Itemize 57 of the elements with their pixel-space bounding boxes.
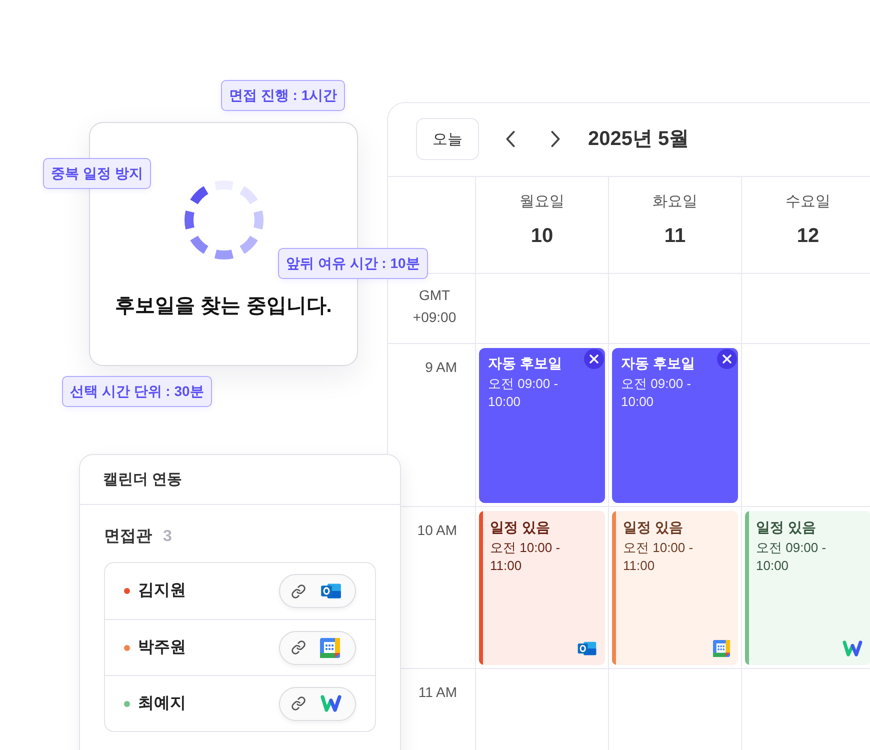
- section-label: 면접관: [104, 527, 152, 547]
- weekday-label: 월요일: [520, 192, 564, 212]
- calendar-app-icon: [713, 640, 730, 657]
- event-title: 자동 후보일: [488, 354, 562, 373]
- calendar-link-button[interactable]: [279, 630, 356, 664]
- event-title: 일정 있음: [756, 518, 816, 537]
- setting-tag: 중복 일정 방지: [43, 158, 151, 189]
- busy-event-card[interactable]: 일정 있음 오전 10:00 - 11:00: [612, 511, 738, 665]
- today-button[interactable]: 오늘: [416, 118, 479, 160]
- panel-title: 캘린더 연동: [103, 471, 182, 488]
- close-button[interactable]: [717, 349, 737, 369]
- w-shaped-logo-icon: [842, 640, 863, 657]
- weekday-label: 화요일: [652, 192, 698, 212]
- calendar-link-button[interactable]: [279, 574, 356, 608]
- link-icon: [291, 696, 306, 711]
- close-icon: [589, 354, 599, 364]
- event-title: 일정 있음: [490, 518, 550, 537]
- interviewer-name: 김지원: [138, 581, 187, 601]
- count-label: 3: [163, 527, 172, 547]
- event-title: 일정 있음: [623, 518, 683, 537]
- chevron-right-icon: [550, 130, 560, 148]
- month-title: 2025년 5월: [588, 127, 690, 152]
- interviewer-name: 박주원: [138, 638, 187, 658]
- link-icon: [291, 584, 306, 598]
- event-time: 오전 09:00 - 10:00: [756, 539, 828, 575]
- event-title: 자동 후보일: [621, 354, 695, 373]
- setting-tag: 앞뒤 여유 시간 : 10분: [278, 248, 428, 279]
- close-button[interactable]: [584, 349, 604, 369]
- chevron-left-icon: [504, 130, 516, 148]
- busy-event-card[interactable]: 일정 있음 오전 09:00 - 10:00: [745, 511, 870, 665]
- event-time: 오전 09:00 - 10:00: [621, 375, 692, 411]
- event-time: 오전 09:00 - 10:00: [488, 375, 560, 411]
- link-icon: [291, 640, 306, 655]
- timezone-label: GMT +09:00: [412, 286, 458, 327]
- close-icon: [722, 354, 732, 364]
- mail-app-icon: [577, 640, 597, 657]
- candidate-event-card[interactable]: 자동 후보일 오전 09:00 - 10:00: [612, 348, 738, 503]
- time-label: 10 AM: [417, 521, 457, 540]
- w-shaped-logo-icon: [320, 694, 342, 713]
- event-time: 오전 10:00 - 11:00: [490, 539, 562, 575]
- spinner-icon: [184, 180, 264, 260]
- mail-app-icon: [320, 582, 342, 600]
- setting-tag: 면접 진행 : 1시간: [221, 80, 346, 111]
- busy-event-card[interactable]: 일정 있음 오전 10:00 - 11:00: [479, 511, 605, 665]
- calendar-app-icon: [320, 638, 340, 658]
- date-label: 12: [796, 224, 820, 249]
- candidate-event-card[interactable]: 자동 후보일 오전 09:00 - 10:00: [479, 348, 605, 503]
- weekday-label: 수요일: [786, 192, 830, 212]
- time-label: 11 AM: [418, 683, 457, 702]
- interviewer-name: 최예지: [138, 694, 187, 714]
- setting-tag: 선택 시간 단위 : 30분: [62, 376, 212, 407]
- event-time: 오전 10:00 - 11:00: [623, 539, 694, 575]
- date-label: 10: [530, 224, 554, 249]
- loading-message: 후보일을 찾는 중입니다.: [115, 294, 332, 319]
- calendar-link-button[interactable]: [279, 686, 356, 720]
- date-label: 11: [664, 224, 686, 249]
- time-label: 9 AM: [425, 358, 457, 377]
